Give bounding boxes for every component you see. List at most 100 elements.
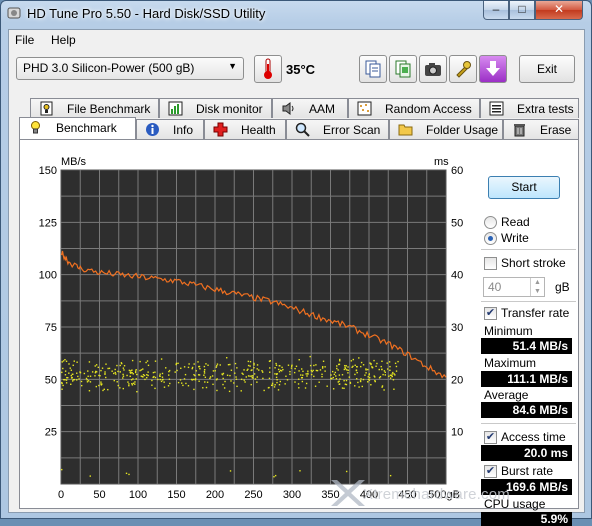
tab-benchmark[interactable]: Benchmark	[19, 117, 136, 139]
screenshot-camera-icon	[425, 63, 441, 76]
access-time-point	[293, 371, 296, 374]
tab-folder-usage[interactable]: Folder Usage	[389, 119, 503, 139]
access-time-point	[71, 380, 74, 382]
access-time-point	[70, 374, 72, 377]
title-bar[interactable]: HD Tune Pro 5.50 - Hard Disk/SSD Utility…	[1, 1, 591, 27]
access-time-point	[80, 380, 83, 383]
access-time-check[interactable]: ✔	[484, 431, 497, 444]
access-time-point	[131, 383, 133, 385]
copy-screen-button[interactable]	[389, 55, 417, 83]
access-time-point	[163, 381, 165, 383]
access-time-point	[185, 382, 187, 385]
access-time-point	[346, 369, 348, 371]
access-time-point	[306, 375, 308, 377]
copy-info-button[interactable]	[359, 55, 387, 83]
short-stroke-spinner[interactable]: 40 ▲ ▼	[483, 277, 545, 297]
access-time-point	[216, 378, 218, 380]
options-button[interactable]	[449, 55, 477, 83]
access-time-point	[362, 364, 365, 366]
y-right-tick-label: 60	[451, 165, 463, 177]
minimize-button[interactable]: –	[483, 1, 509, 20]
access-time-point	[167, 385, 170, 387]
tab-label: File Benchmark	[67, 102, 151, 116]
access-time-point	[131, 369, 133, 371]
access-time-point	[94, 372, 97, 374]
x-tick-label: 250	[244, 489, 262, 501]
spinner-arrows-icon[interactable]: ▲ ▼	[530, 278, 544, 296]
access-time-point	[64, 374, 67, 376]
client-area: File Help PHD 3.0 Silicon-Power (500 gB)…	[8, 29, 585, 526]
drive-select[interactable]: PHD 3.0 Silicon-Power (500 gB) ▼	[16, 57, 244, 80]
access-time-point	[66, 376, 68, 379]
short-stroke-value: 40	[488, 280, 502, 294]
access-time-point	[151, 384, 153, 386]
tab-file-benchmark[interactable]: File Benchmark	[30, 98, 159, 118]
access-time-point	[159, 375, 161, 377]
temperature-readout: 35°C	[286, 62, 316, 77]
access-time-point	[338, 374, 341, 376]
access-time-point	[229, 363, 231, 366]
tab-extra-tests[interactable]: Extra tests	[480, 98, 579, 118]
access-time-point	[282, 368, 284, 371]
access-time-point	[113, 379, 115, 382]
write-radio-dot[interactable]	[484, 232, 497, 245]
access-time-point	[105, 363, 107, 365]
access-time-point	[119, 364, 121, 367]
access-time-point	[284, 383, 286, 385]
transfer-rate-check[interactable]: ✔	[484, 307, 497, 320]
temperature-button[interactable]	[254, 55, 282, 83]
access-time-point	[116, 364, 118, 367]
access-time-point	[276, 381, 278, 384]
close-button[interactable]: ✕	[535, 1, 583, 20]
read-radio-dot[interactable]	[484, 216, 497, 229]
access-time-point	[154, 376, 157, 379]
access-time-point	[142, 373, 145, 376]
burst-rate-check[interactable]: ✔	[484, 465, 497, 478]
access-time-point	[97, 366, 100, 369]
access-time-point	[343, 368, 346, 371]
access-time-point	[357, 381, 359, 384]
access-time-point	[362, 378, 365, 381]
tab-label: Health	[241, 123, 276, 137]
start-button[interactable]: Start	[488, 176, 560, 199]
access-time-point	[324, 370, 326, 372]
x-tick-label: 50	[93, 489, 105, 501]
tab-aam[interactable]: AAM	[272, 98, 348, 118]
tab-erase[interactable]: Erase	[503, 119, 579, 139]
tab-health[interactable]: Health	[204, 119, 286, 139]
access-time-point	[278, 370, 281, 373]
screenshot-button[interactable]	[419, 55, 447, 83]
access-time-point	[105, 376, 107, 379]
minimum-label: Minimum	[484, 324, 533, 338]
tab-random-access[interactable]: Random Access	[348, 98, 480, 118]
access-time-point	[187, 366, 190, 369]
tab-info[interactable]: Info	[136, 119, 204, 139]
access-time-point	[98, 384, 100, 387]
save-button[interactable]	[479, 55, 507, 83]
access-time-point	[334, 371, 337, 374]
access-time-point	[277, 389, 280, 391]
access-time-point	[256, 376, 259, 378]
access-time-point	[256, 368, 258, 370]
tab-error-scan[interactable]: Error Scan	[286, 119, 389, 139]
maximize-button[interactable]: □	[509, 1, 535, 20]
access-time-point	[228, 390, 231, 393]
access-time-point	[268, 377, 271, 380]
y-left-tick-label: 25	[45, 427, 57, 439]
access-time-point	[274, 384, 276, 386]
tab-disk-monitor[interactable]: Disk monitor	[159, 98, 272, 118]
access-time-point	[302, 374, 304, 376]
menu-help[interactable]: Help	[51, 33, 76, 47]
menu-file[interactable]: File	[15, 33, 34, 47]
short-stroke-check[interactable]	[484, 257, 497, 270]
access-time-point	[390, 374, 393, 377]
access-time-point	[140, 369, 143, 371]
access-time-point	[254, 378, 257, 380]
y-left-tick-label: 125	[39, 217, 57, 229]
access-time-point	[69, 367, 71, 369]
options-tools-icon	[456, 61, 471, 78]
access-time-point	[247, 364, 250, 367]
access-time-point	[162, 378, 164, 381]
exit-button[interactable]: Exit	[519, 55, 575, 83]
access-time-point	[315, 364, 317, 366]
